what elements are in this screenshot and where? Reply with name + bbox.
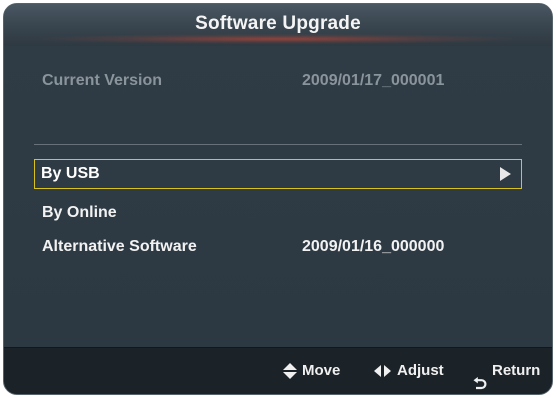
current-version-row: Current Version 2009/01/17_000001: [34, 66, 522, 96]
software-upgrade-dialog: Software Upgrade Current Version 2009/01…: [3, 3, 553, 395]
left-right-arrows-icon: [374, 365, 392, 378]
current-version-label: Current Version: [42, 72, 163, 89]
menu-item-by-usb[interactable]: By USB: [34, 159, 522, 189]
adjust-hint-label: Adjust: [397, 362, 444, 379]
return-hint-label: Return: [492, 362, 541, 379]
dialog-title: Software Upgrade: [195, 13, 361, 34]
menu-item-alternative-software[interactable]: Alternative Software 2009/01/16_000000: [34, 232, 522, 262]
menu-item-label: Alternative Software: [42, 238, 197, 255]
title-bar: Software Upgrade: [4, 4, 552, 47]
alternative-software-version: 2009/01/16_000000: [302, 238, 445, 255]
adjust-hint: Adjust: [374, 348, 444, 394]
menu-item-label: By USB: [41, 165, 100, 182]
menu-item-label: By Online: [42, 204, 117, 221]
button-hint-bar: Move Adjust Return: [4, 347, 552, 394]
dialog-content: Current Version 2009/01/17_000001 By USB…: [4, 46, 552, 348]
current-version-value: 2009/01/17_000001: [302, 72, 445, 89]
triangle-right-icon: [500, 167, 511, 181]
menu-item-by-online[interactable]: By Online: [34, 198, 522, 228]
return-arrow-icon: [473, 364, 487, 390]
section-divider: [34, 144, 522, 145]
move-hint-label: Move: [302, 362, 341, 379]
up-down-arrows-icon: [283, 363, 297, 380]
move-hint: Move: [283, 348, 340, 394]
return-hint: Return: [473, 348, 540, 394]
